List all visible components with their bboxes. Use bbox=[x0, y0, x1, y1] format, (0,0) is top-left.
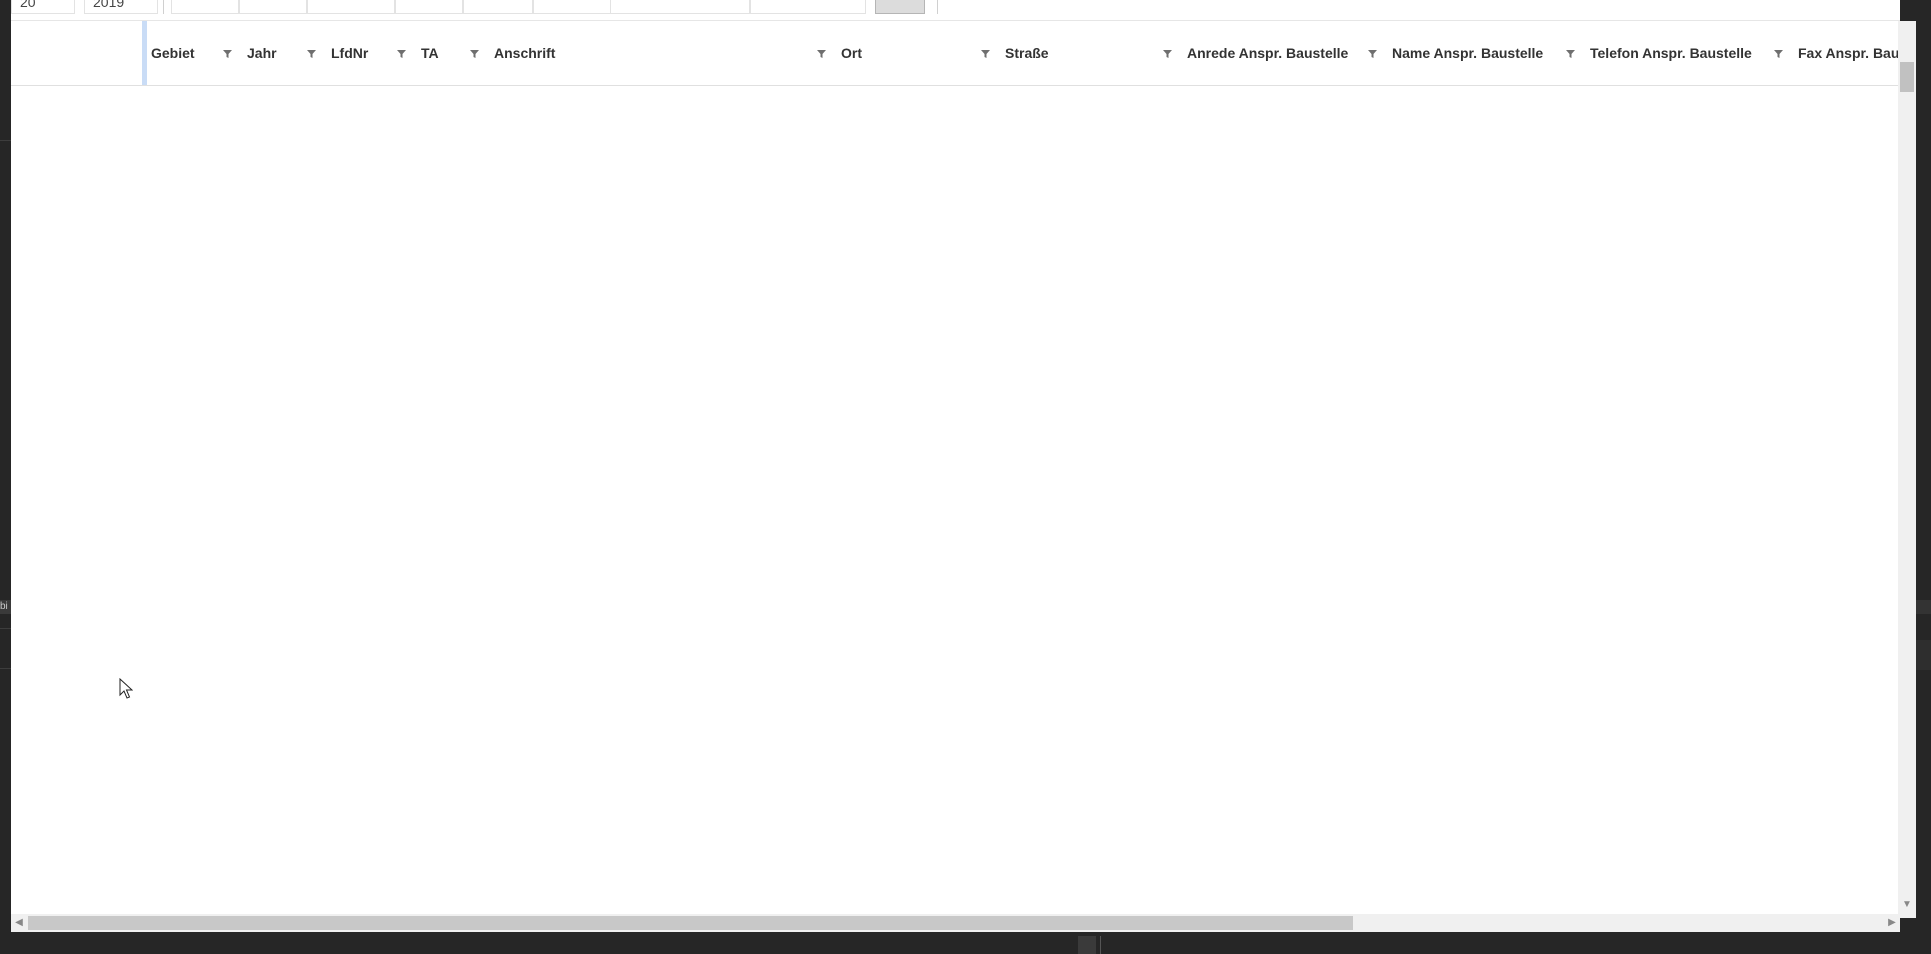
background-side-label: bi bbox=[0, 600, 11, 614]
background-divider bbox=[0, 668, 11, 669]
background-divider bbox=[1100, 936, 1101, 954]
background-panel bbox=[1916, 640, 1931, 670]
toolbar-separator bbox=[163, 0, 164, 14]
filter-icon[interactable] bbox=[980, 48, 991, 59]
grid-header: Gebiet Jahr LfdNr TA Anschrift Ort Straß… bbox=[11, 21, 1898, 86]
column-header-gebiet[interactable]: Gebiet bbox=[147, 21, 243, 85]
toolbar-field-9[interactable] bbox=[610, 0, 750, 14]
scroll-left-icon[interactable]: ◀ bbox=[12, 916, 26, 930]
filter-icon[interactable] bbox=[1565, 48, 1576, 59]
column-header-telefon[interactable]: Telefon Anspr. Baustelle bbox=[1586, 21, 1794, 85]
mouse-cursor-icon bbox=[119, 677, 134, 700]
toolbar-field-period[interactable]: 20 bbox=[11, 0, 75, 14]
background-panel bbox=[1078, 936, 1096, 954]
vertical-scrollbar-thumb[interactable] bbox=[1900, 62, 1914, 92]
column-header-ta[interactable]: TA bbox=[417, 21, 490, 85]
column-label-jahr: Jahr bbox=[247, 45, 277, 61]
column-header-anrede[interactable]: Anrede Anspr. Baustelle bbox=[1183, 21, 1388, 85]
toolbar-field-4[interactable] bbox=[239, 0, 307, 14]
column-label-lfdnr: LfdNr bbox=[331, 45, 369, 61]
grid-window: 20 2019 Gebiet Jahr LfdNr TA Anschrift O… bbox=[11, 0, 1900, 932]
horizontal-scrollbar-thumb[interactable] bbox=[28, 916, 1353, 930]
toolbar-field-5[interactable] bbox=[307, 0, 395, 14]
column-label-ort: Ort bbox=[841, 45, 862, 61]
filter-icon[interactable] bbox=[306, 48, 317, 59]
toolbar-dropdown[interactable] bbox=[750, 0, 866, 14]
toolbar-field-year-value: 2019 bbox=[93, 0, 125, 10]
scroll-right-icon[interactable]: ▶ bbox=[1885, 916, 1899, 930]
toolbar-field-6[interactable] bbox=[395, 0, 463, 14]
filter-icon[interactable] bbox=[222, 48, 233, 59]
column-label-anrede: Anrede Anspr. Baustelle bbox=[1187, 45, 1349, 61]
column-header-name[interactable]: Name Anspr. Baustelle bbox=[1388, 21, 1586, 85]
filter-icon[interactable] bbox=[469, 48, 480, 59]
filter-icon[interactable] bbox=[816, 48, 827, 59]
column-label-fax: Fax Anspr. Baus bbox=[1798, 45, 1898, 61]
column-header-ort[interactable]: Ort bbox=[837, 21, 1001, 85]
column-label-ta: TA bbox=[421, 45, 439, 61]
background-panel bbox=[1916, 600, 1931, 614]
filter-icon[interactable] bbox=[396, 48, 407, 59]
column-header-lfdnr[interactable]: LfdNr bbox=[327, 21, 417, 85]
toolbar-separator bbox=[937, 0, 938, 14]
toolbar-field-7[interactable] bbox=[463, 0, 533, 14]
column-header-anschrift[interactable]: Anschrift bbox=[490, 21, 837, 85]
column-header-fax[interactable]: Fax Anspr. Baus bbox=[1794, 21, 1898, 85]
row-indicator-header bbox=[11, 21, 141, 85]
column-header-strasse[interactable]: Straße bbox=[1001, 21, 1183, 85]
column-header-jahr[interactable]: Jahr bbox=[243, 21, 327, 85]
toolbar-button[interactable] bbox=[875, 0, 925, 14]
column-label-strasse: Straße bbox=[1005, 45, 1049, 61]
horizontal-scrollbar[interactable]: ◀ ▶ bbox=[11, 914, 1900, 932]
background-divider bbox=[0, 140, 11, 141]
toolbar-field-year[interactable]: 2019 bbox=[84, 0, 158, 14]
toolbar-field-8[interactable] bbox=[533, 0, 615, 14]
scroll-down-icon[interactable]: ▼ bbox=[1900, 898, 1914, 912]
column-label-telefon: Telefon Anspr. Baustelle bbox=[1590, 45, 1752, 61]
vertical-scrollbar[interactable] bbox=[1898, 21, 1916, 918]
filter-icon[interactable] bbox=[1162, 48, 1173, 59]
toolbar: 20 2019 bbox=[11, 0, 1900, 21]
column-label-gebiet: Gebiet bbox=[151, 45, 195, 61]
toolbar-field-3[interactable] bbox=[171, 0, 239, 14]
column-label-anschrift: Anschrift bbox=[494, 45, 556, 61]
toolbar-field-period-value: 20 bbox=[20, 0, 36, 10]
background-divider bbox=[0, 628, 11, 629]
column-label-name: Name Anspr. Baustelle bbox=[1392, 45, 1544, 61]
grid-body[interactable] bbox=[11, 86, 1898, 914]
filter-icon[interactable] bbox=[1367, 48, 1378, 59]
filter-icon[interactable] bbox=[1773, 48, 1784, 59]
